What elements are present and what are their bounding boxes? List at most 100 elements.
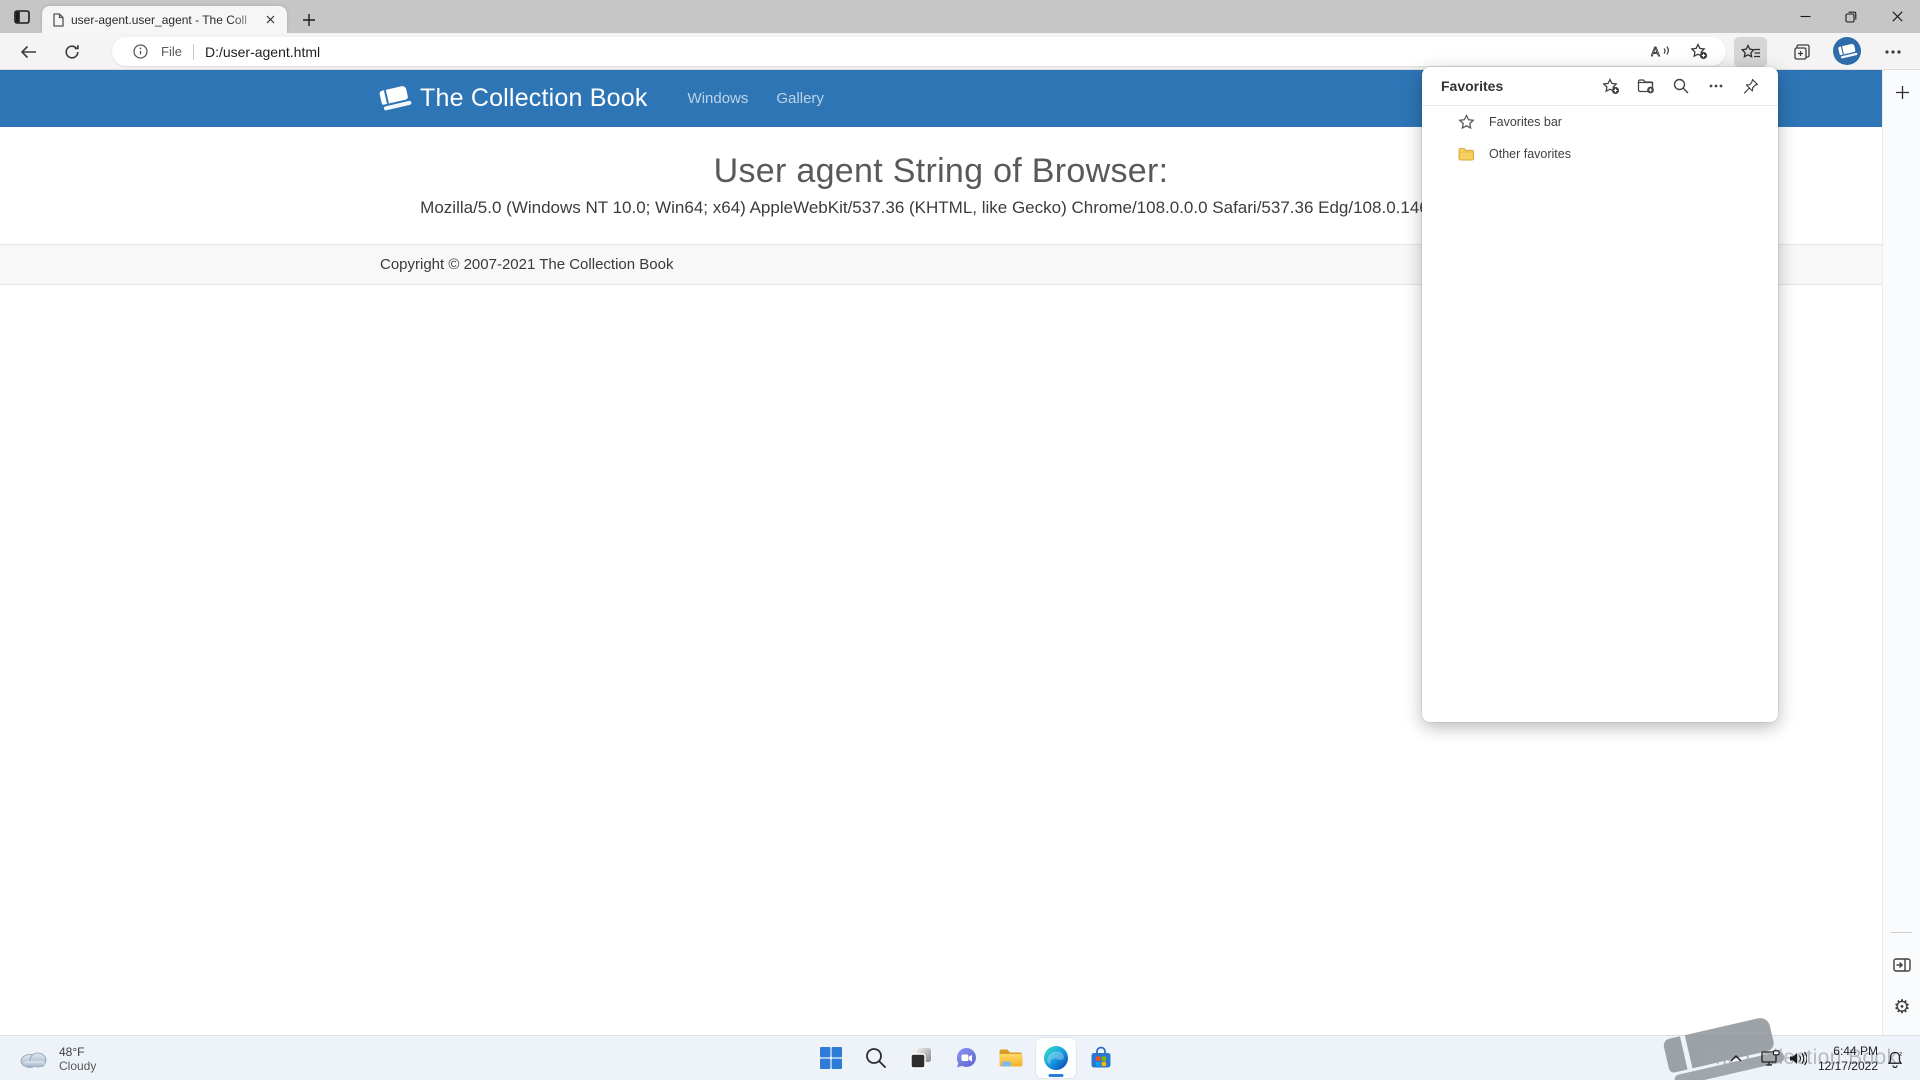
open-panel-icon xyxy=(1893,958,1911,972)
close-icon xyxy=(266,15,275,24)
sidebar-add-button[interactable] xyxy=(1891,81,1913,103)
taskbar: 48°F Cloudy 6:44 PM 12/17/2022 z xyxy=(0,1035,1920,1080)
window-controls xyxy=(1782,0,1920,33)
nav-link-windows[interactable]: Windows xyxy=(688,90,749,107)
address-bar[interactable]: File D:/user-agent.html A xyxy=(112,37,1726,66)
back-button[interactable] xyxy=(13,36,44,67)
cloud-icon xyxy=(20,1052,47,1068)
address-divider xyxy=(192,43,194,60)
chevron-up-icon xyxy=(1730,1055,1742,1062)
edge-browser-window: user-agent.user_agent - The Coll File D:… xyxy=(0,0,1920,1080)
bell-z-icon: z xyxy=(1887,1051,1902,1068)
back-arrow-icon xyxy=(20,45,36,58)
search-icon xyxy=(866,1048,886,1068)
clock-time: 6:44 PM xyxy=(1833,1043,1878,1058)
hidden-icons-button[interactable] xyxy=(1724,1036,1748,1080)
taskbar-search-button[interactable] xyxy=(856,1038,896,1078)
clock-date: 12/17/2022 xyxy=(1817,1058,1878,1073)
tab-close-button[interactable] xyxy=(262,11,279,28)
browser-toolbar: File D:/user-agent.html A xyxy=(0,33,1920,70)
site-info-button[interactable] xyxy=(127,39,153,65)
tab-actions-icon xyxy=(13,9,30,24)
tab-actions-button[interactable] xyxy=(8,4,35,29)
site-title: The Collection Book xyxy=(420,84,648,112)
other-favorites-item[interactable]: Other favorites xyxy=(1422,138,1778,170)
panel-pin-button[interactable] xyxy=(1742,77,1760,95)
tab-title: user-agent.user_agent - The Coll xyxy=(71,12,247,27)
minimize-button[interactable] xyxy=(1782,0,1828,33)
start-button[interactable] xyxy=(811,1038,851,1078)
folder-add-icon xyxy=(1637,79,1654,94)
gear-icon: ⚙ xyxy=(1893,996,1911,1018)
restore-icon xyxy=(1845,11,1857,23)
file-explorer-button[interactable] xyxy=(991,1038,1031,1078)
profile-avatar-button[interactable] xyxy=(1833,37,1861,65)
favorites-bar-label: Favorites bar xyxy=(1489,115,1562,129)
panel-search-favorites-button[interactable] xyxy=(1672,77,1690,95)
task-view-button[interactable] xyxy=(901,1038,941,1078)
edge-sidebar: ⚙ xyxy=(1882,70,1920,1035)
panel-more-options-button[interactable] xyxy=(1707,77,1725,95)
close-icon xyxy=(1891,11,1903,22)
new-tab-button[interactable] xyxy=(297,8,321,32)
profile-book-icon xyxy=(1837,42,1858,59)
panel-add-folder-button[interactable] xyxy=(1637,77,1655,95)
page-favicon-icon xyxy=(52,12,64,27)
taskbar-apps xyxy=(811,1038,1121,1078)
network-icon xyxy=(1760,1050,1780,1066)
site-logo-book-icon xyxy=(378,85,412,111)
star-add-icon xyxy=(1602,77,1620,94)
sidebar-divider xyxy=(1891,932,1912,933)
chat-button[interactable] xyxy=(946,1038,986,1078)
weather-temperature: 48°F xyxy=(59,1044,85,1059)
file-explorer-icon xyxy=(999,1049,1023,1067)
star-icon xyxy=(1458,114,1475,130)
refresh-icon xyxy=(64,44,79,59)
other-favorites-label: Other favorites xyxy=(1489,147,1571,161)
info-icon xyxy=(132,44,148,59)
site-nav: Windows Gallery xyxy=(688,90,824,107)
favorites-button[interactable] xyxy=(1734,37,1767,67)
collections-button[interactable] xyxy=(1786,36,1817,67)
titlebar: user-agent.user_agent - The Coll xyxy=(0,0,1920,33)
folder-icon xyxy=(1458,148,1474,161)
edge-button[interactable] xyxy=(1036,1038,1076,1078)
refresh-button[interactable] xyxy=(56,36,87,67)
address-url-text: D:/user-agent.html xyxy=(204,43,321,60)
collections-icon xyxy=(1793,43,1810,60)
read-aloud-icon: A xyxy=(1651,44,1669,59)
favorites-panel: Favorites Favorites bar Other favorites xyxy=(1422,67,1778,722)
ellipsis-icon xyxy=(1884,49,1901,54)
plus-icon xyxy=(1895,85,1909,99)
close-window-button[interactable] xyxy=(1874,0,1920,33)
plus-icon xyxy=(303,14,315,26)
windows-start-icon xyxy=(820,1047,842,1069)
network-button[interactable] xyxy=(1758,1036,1782,1080)
store-icon xyxy=(1091,1046,1111,1068)
svg-text:z: z xyxy=(1899,1051,1902,1058)
svg-text:A: A xyxy=(1651,44,1660,59)
sidebar-open-panel-button[interactable] xyxy=(1891,954,1913,976)
notification-bell-button[interactable]: z xyxy=(1882,1036,1908,1080)
restore-button[interactable] xyxy=(1828,0,1874,33)
minimize-icon xyxy=(1800,15,1810,18)
read-aloud-button[interactable]: A xyxy=(1648,39,1674,65)
task-view-icon xyxy=(910,1048,931,1069)
ellipsis-icon xyxy=(1709,84,1723,88)
panel-add-favorite-button[interactable] xyxy=(1602,77,1620,95)
weather-widget[interactable]: 48°F Cloudy xyxy=(10,1036,104,1080)
favorites-bar-item[interactable]: Favorites bar xyxy=(1422,106,1778,138)
favorites-panel-title: Favorites xyxy=(1441,78,1504,94)
pin-icon xyxy=(1743,78,1759,94)
browser-tab[interactable]: user-agent.user_agent - The Coll xyxy=(42,6,287,33)
store-button[interactable] xyxy=(1081,1038,1121,1078)
edge-icon xyxy=(1044,1046,1068,1070)
nav-link-gallery[interactable]: Gallery xyxy=(776,90,824,107)
favorites-panel-header: Favorites xyxy=(1422,67,1778,105)
weather-condition: Cloudy xyxy=(59,1058,97,1073)
add-favorite-button[interactable] xyxy=(1686,39,1712,65)
search-icon xyxy=(1673,78,1689,94)
taskbar-clock[interactable]: 6:44 PM 12/17/2022 xyxy=(1798,1036,1878,1080)
more-menu-button[interactable] xyxy=(1877,36,1908,67)
sidebar-settings-button[interactable]: ⚙ xyxy=(1891,996,1913,1018)
